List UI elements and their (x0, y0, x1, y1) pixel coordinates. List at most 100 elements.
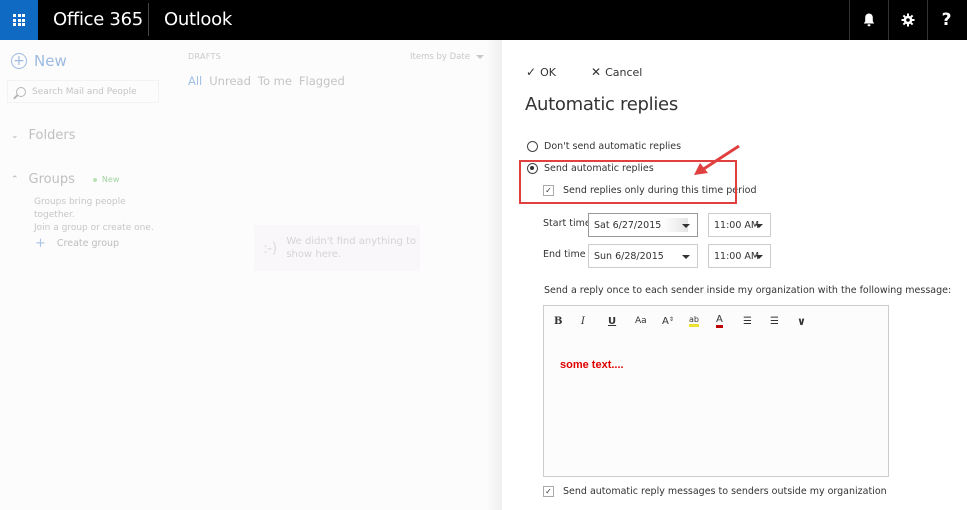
sidebar: + New Search Mail and People ⌄ Folders ⌃… (0, 40, 168, 510)
top-bar: Office 365 Outlook ? (0, 0, 967, 40)
help-button[interactable]: ? (927, 0, 965, 40)
caret-down-icon (755, 255, 763, 259)
groups-description: Groups bring people together. Join a gro… (34, 196, 169, 235)
close-icon: ✕ (591, 65, 602, 79)
message-editor[interactable]: B I U Aa A ⇕ ab A ☰ ☰ ∨ some text.... (543, 305, 889, 477)
empty-message-line: We didn't find anything to (286, 236, 417, 247)
chevron-down-icon: ∨ (797, 314, 806, 328)
italic-button[interactable]: I (581, 316, 608, 327)
groups-label: Groups (28, 172, 75, 187)
start-date-dropdown[interactable]: Sat 6/27/2015 (588, 213, 698, 237)
end-date-dropdown[interactable]: Sun 6/28/2015 (588, 244, 698, 268)
start-date-value: Sat 6/27/2015 (594, 219, 662, 231)
help-icon: ? (941, 10, 952, 30)
caret-down-icon (475, 55, 484, 59)
end-time-dropdown[interactable]: 11:00 AM (708, 244, 771, 268)
bold-button[interactable]: B (554, 316, 581, 327)
bullets-button[interactable]: ☰ (743, 316, 770, 327)
outside-org-checkbox-row[interactable]: ✓ Send automatic reply messages to sende… (543, 486, 887, 497)
message-body[interactable]: some text.... (560, 359, 624, 371)
numbering-button[interactable]: ☰ (770, 316, 797, 327)
app-launcher-button[interactable] (0, 0, 38, 40)
superscript-mark: ⇕ (668, 315, 674, 323)
plus-icon: + (35, 236, 46, 251)
page-title: Automatic replies (525, 94, 678, 115)
radio-dont-send[interactable]: Don't send automatic replies (527, 141, 681, 152)
app-launcher-icon (13, 14, 25, 26)
start-time-label: Start time (543, 218, 591, 229)
filter-flagged[interactable]: Flagged (299, 74, 345, 88)
app-name[interactable]: Outlook (164, 9, 232, 30)
chevron-down-icon: ⌄ (11, 130, 19, 141)
start-time-dropdown[interactable]: 11:00 AM (708, 213, 771, 237)
panel-shadow (486, 40, 502, 510)
caret-down-icon (755, 224, 763, 228)
search-icon (16, 86, 26, 97)
numbered-list-icon: ☰ (770, 315, 779, 327)
suite-name[interactable]: Office 365 (53, 9, 143, 30)
emoticon-icon: :-) (263, 239, 277, 257)
caret-down-icon (682, 224, 690, 228)
caret-down-icon (682, 255, 690, 259)
filter-to-me[interactable]: To me (258, 74, 292, 88)
new-label: New (34, 52, 67, 70)
new-button[interactable]: + New (11, 52, 67, 70)
highlight-icon: ab (689, 315, 699, 327)
folder-title: DRAFTS (188, 52, 222, 61)
filter-all[interactable]: All (188, 74, 202, 88)
superscript-icon: A (662, 315, 669, 327)
search-input[interactable]: Search Mail and People (7, 80, 159, 103)
annotation-arrow-icon (694, 144, 740, 175)
divider (148, 3, 149, 36)
end-time-label: End time (543, 249, 586, 260)
radio-label: Don't send automatic replies (544, 141, 682, 152)
ok-label: OK (540, 65, 556, 79)
bullet-list-icon: ☰ (743, 315, 752, 327)
radio-button[interactable] (527, 141, 538, 152)
settings-button[interactable] (888, 0, 926, 40)
message-list-pane: DRAFTS Items by Date All Unread To me Fl… (168, 40, 502, 510)
checkbox-label: Send automatic reply messages to senders… (563, 486, 887, 497)
groups-desc-line: Groups bring people together. (34, 197, 126, 220)
folders-label: Folders (28, 128, 76, 143)
new-badge: New (92, 175, 120, 184)
font-color-icon: A (716, 314, 723, 328)
empty-message-line: show here. (286, 249, 342, 260)
create-group-label: Create group (56, 238, 120, 249)
message-label: Send a reply once to each sender inside … (544, 285, 952, 296)
highlight-button[interactable]: ab (689, 315, 716, 327)
outside-org-checkbox[interactable]: ✓ (543, 486, 554, 497)
font-color-button[interactable]: A (716, 314, 743, 328)
cancel-label: Cancel (605, 65, 643, 79)
filter-tabs: All Unread To me Flagged (188, 74, 352, 88)
folders-toggle[interactable]: ⌄ Folders (11, 128, 76, 143)
start-time-value: 11:00 AM (714, 219, 760, 231)
search-placeholder: Search Mail and People (32, 86, 137, 97)
groups-toggle[interactable]: ⌃ Groups New (11, 172, 119, 187)
underline-button[interactable]: U (608, 316, 635, 327)
automatic-replies-panel: ✓ OK ✕ Cancel Automatic replies Don't se… (502, 40, 967, 510)
more-options-button[interactable]: ∨ (797, 315, 824, 328)
bell-icon (863, 13, 874, 27)
format-toolbar: B I U Aa A ⇕ ab A ☰ ☰ ∨ (544, 306, 888, 336)
empty-state: :-) We didn't find anything to show here… (254, 225, 420, 271)
end-time-value: 11:00 AM (714, 250, 760, 262)
create-group-button[interactable]: + Create group (35, 236, 119, 251)
gear-icon (901, 13, 914, 27)
filter-unread[interactable]: Unread (209, 74, 251, 88)
groups-desc-line: Join a group or create one. (34, 223, 154, 233)
cancel-button[interactable]: ✕ Cancel (591, 65, 642, 79)
checkmark-icon: ✓ (526, 65, 537, 79)
plus-circle-icon: + (11, 53, 27, 69)
empty-message: We didn't find anything to show here. (286, 235, 416, 261)
superscript-button[interactable]: A ⇕ (662, 316, 689, 327)
dot-icon (92, 177, 97, 182)
new-badge-label: New (101, 175, 120, 184)
notifications-button[interactable] (849, 0, 887, 40)
ok-button[interactable]: ✓ OK (526, 65, 556, 79)
end-date-value: Sun 6/28/2015 (594, 250, 664, 262)
font-size-button[interactable]: Aa (635, 316, 662, 326)
sort-dropdown[interactable]: Items by Date (410, 52, 484, 62)
sort-label: Items by Date (410, 52, 470, 62)
chevron-up-icon: ⌃ (11, 174, 19, 185)
